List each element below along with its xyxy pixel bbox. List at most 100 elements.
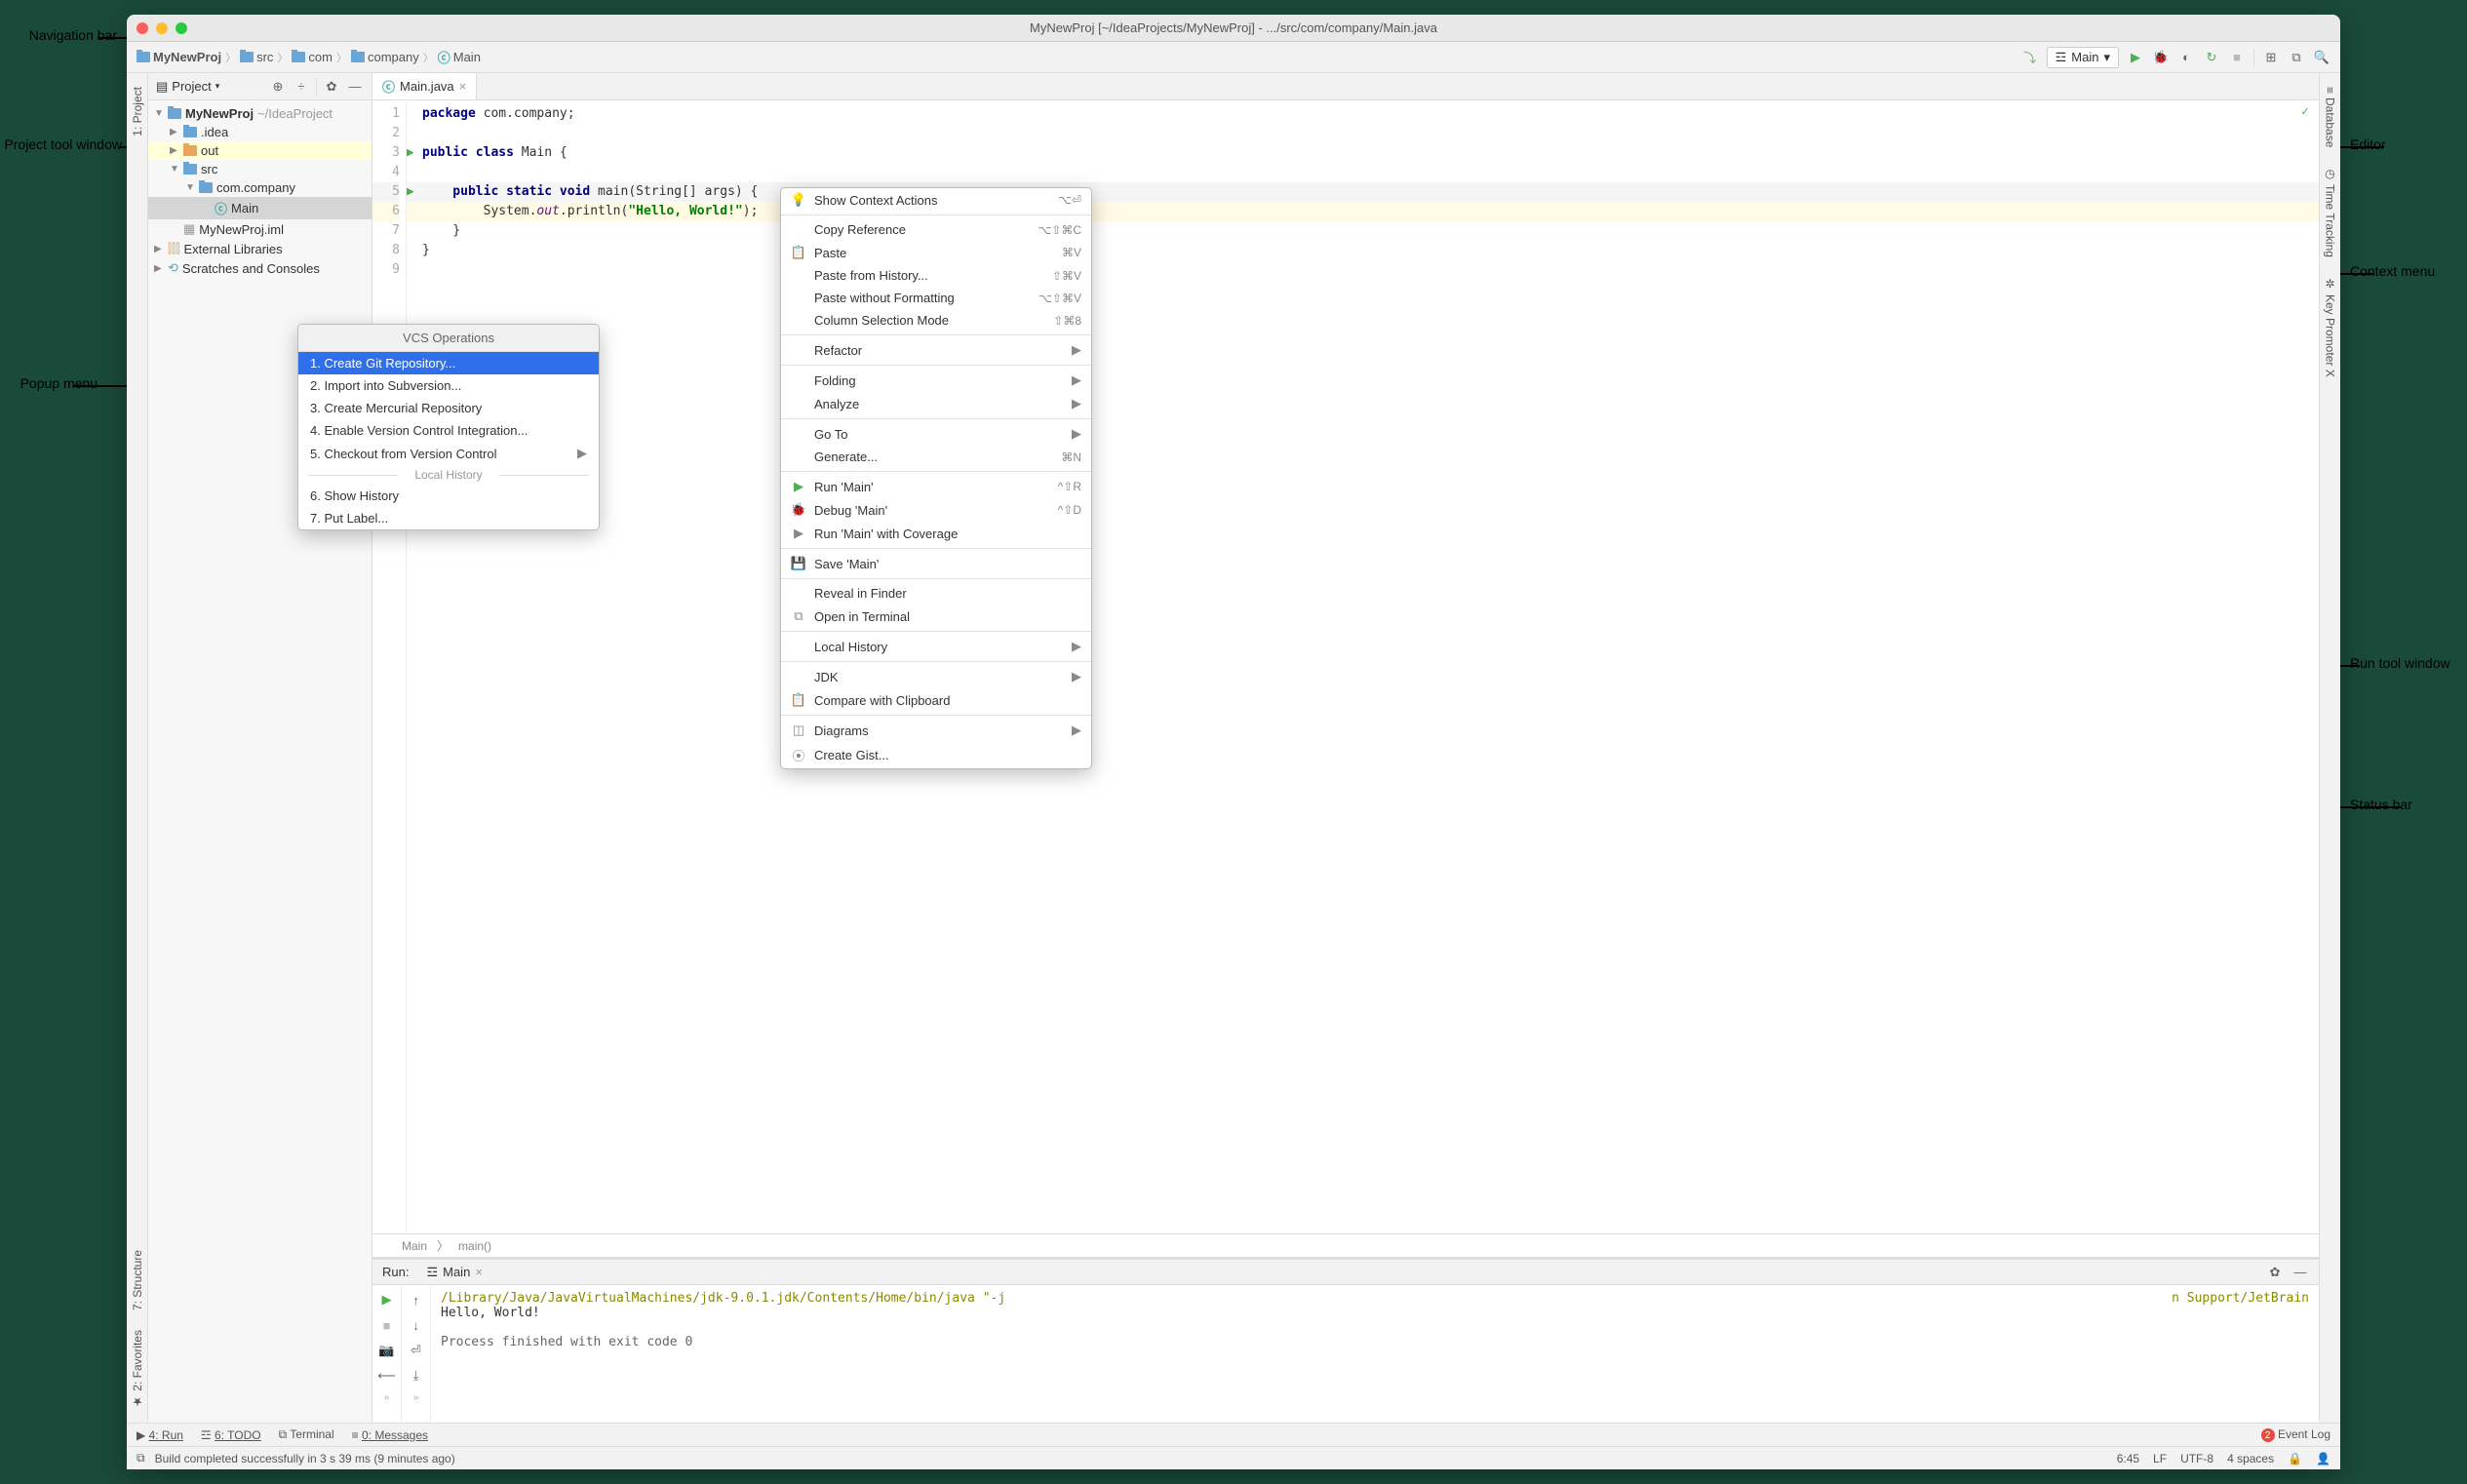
tab-run[interactable]: ▶ 4: Run [137,1428,183,1442]
gutter-tab-time[interactable]: ◷Time Tracking [2322,157,2339,267]
ctx-icon: ⦿ [791,746,806,764]
ctx-item[interactable]: Analyze▶ [781,392,1091,415]
target-icon[interactable]: ⊕ [269,78,287,96]
hide-icon[interactable]: — [346,78,364,96]
vcs-item-create-git[interactable]: 1. Create Git Repository... [298,352,599,374]
encoding[interactable]: UTF-8 [2180,1452,2213,1465]
cursor-position[interactable]: 6:45 [2117,1452,2139,1465]
ctx-item[interactable]: Folding▶ [781,369,1091,392]
ctx-item[interactable]: 💡Show Context Actions⌥⏎ [781,188,1091,212]
ctx-item[interactable]: Paste from History...⇧⌘V [781,264,1091,287]
project-tool-window: ▤ Project ▾ ⊕ ÷ ✿ — ▼ MyNewProj ~/IdeaPr… [148,73,372,1423]
minimize-window-button[interactable] [156,22,168,34]
vcs-item-label[interactable]: 7. Put Label... [298,507,599,529]
code-area[interactable]: package com.company; public class Main {… [422,100,2319,1233]
ctx-item[interactable]: Generate...⌘N [781,446,1091,468]
vcs-item-svn[interactable]: 2. Import into Subversion... [298,374,599,397]
coverage-icon[interactable]: ◐ [2177,49,2195,66]
ctx-label: Show Context Actions [814,193,937,208]
run-panel-title: Run: [382,1265,409,1279]
run-console[interactable]: /Library/Java/JavaVirtualMachines/jdk-9.… [431,1285,2319,1423]
ctx-item[interactable]: Refactor▶ [781,338,1091,362]
collapse-icon[interactable]: ÷ [293,78,310,96]
tab-todo[interactable]: ☲ 6: TODO [201,1428,261,1442]
indent[interactable]: 4 spaces [2227,1452,2274,1465]
ctx-item[interactable]: ⦿Create Gist... [781,742,1091,768]
ctx-label: Debug 'Main' [814,503,887,518]
gear-icon[interactable]: ✿ [323,78,340,96]
ctx-item[interactable]: Column Selection Mode⇧⌘8 [781,309,1091,332]
event-log[interactable]: 2 Event Log [2261,1427,2330,1443]
status-bar: ⧉ Build completed successfully in 3 s 39… [127,1446,2340,1469]
rerun-icon[interactable]: ▶ [378,1291,396,1308]
notifications-icon[interactable]: ⧉ [137,1451,145,1465]
titlebar: MyNewProj [~/IdeaProjects/MyNewProj] - .… [127,15,2340,42]
left-tool-gutter: 1: Project 7: Structure ★2: Favorites [127,73,148,1423]
vcs-icon[interactable]: ⊞ [2262,49,2280,66]
tab-messages[interactable]: ≡ 0: Messages [352,1428,428,1442]
editor-tab[interactable]: ⓒMain.java× [372,73,477,99]
search-icon[interactable]: 🔍 [2313,49,2330,66]
gutter-tab-favorites[interactable]: ★2: Favorites [129,1320,146,1419]
callout-editor: Editor [2350,137,2467,152]
line-ending[interactable]: LF [2153,1452,2167,1465]
ctx-item[interactable]: ◫Diagrams▶ [781,719,1091,742]
ctx-item[interactable]: Local History▶ [781,635,1091,658]
vcs-item-hg[interactable]: 3. Create Mercurial Repository [298,397,599,419]
ctx-item[interactable]: 🐞Debug 'Main'^⇧D [781,498,1091,522]
folder-icon [183,145,197,156]
editor[interactable]: ⓒMain.java× 123456789 ▶▶ package com.com… [372,73,2319,1423]
gear-icon[interactable]: ✿ [2266,1264,2284,1281]
gutter-tab-structure[interactable]: 7: Structure [129,1240,146,1320]
run-icon[interactable]: ▶ [2127,49,2144,66]
gutter-tab-keypromoter[interactable]: ✲Key Promoter X [2322,267,2339,387]
stop-icon[interactable]: ■ [2228,49,2246,66]
gutter-tab-project[interactable]: 1: Project [129,77,146,146]
vcs-item-enable[interactable]: 4. Enable Version Control Integration... [298,419,599,442]
debug-icon[interactable]: 🐞 [2152,49,2170,66]
ctx-item[interactable]: ▶Run 'Main'^⇧R [781,475,1091,498]
breadcrumb[interactable]: MyNewProj 〉 src 〉 com 〉 company 〉 ⓒ Main [137,48,481,66]
wrap-icon[interactable]: ⏎ [408,1342,425,1359]
ctx-item[interactable]: JDK▶ [781,665,1091,688]
project-tree[interactable]: ▼ MyNewProj ~/IdeaProject ▶ .idea ▶ out … [148,100,372,282]
ctx-item[interactable]: 📋Compare with Clipboard [781,688,1091,712]
navigation-bar: MyNewProj 〉 src 〉 com 〉 company 〉 ⓒ Main… [127,42,2340,73]
run-config-selector[interactable]: ☲Main▾ [2047,47,2119,68]
lock-icon[interactable]: 🔒 [2288,1452,2302,1465]
inspection-check-icon[interactable]: ✓ [2301,104,2309,119]
ctx-item[interactable]: Paste without Formatting⌥⇧⌘V [781,287,1091,309]
up-icon[interactable]: ↑ [408,1291,425,1308]
folder-icon [351,52,365,62]
build-icon[interactable]: ⤵ [2021,49,2039,66]
vcs-item-history[interactable]: 6. Show History [298,485,599,507]
close-window-button[interactable] [137,22,148,34]
ctx-label: Copy Reference [814,222,906,237]
ctx-item[interactable]: Go To▶ [781,422,1091,446]
callout-project-tool: Project tool window [0,137,122,152]
profiler-icon[interactable]: ↻ [2203,49,2220,66]
ctx-item[interactable]: ▶Run 'Main' with Coverage [781,522,1091,545]
ctx-item[interactable]: Copy Reference⌥⇧⌘C [781,218,1091,241]
exit-icon[interactable]: ⟵ [378,1367,396,1385]
ctx-item[interactable]: 📋Paste⌘V [781,241,1091,264]
gutter-tab-database[interactable]: ≡Database [2322,77,2339,157]
ctx-label: Run 'Main' with Coverage [814,527,958,541]
camera-icon[interactable]: 📷 [378,1342,396,1359]
ctx-item[interactable]: Reveal in Finder [781,582,1091,605]
vcs-item-checkout[interactable]: 5. Checkout from Version Control▶ [298,442,599,465]
ctx-label: Go To [814,427,847,442]
hat-icon[interactable]: 👤 [2316,1452,2330,1465]
ctx-item[interactable]: ⧉Open in Terminal [781,605,1091,628]
folder-icon [137,52,150,62]
down-icon[interactable]: ↓ [408,1316,425,1334]
run-tab[interactable]: ☲Main× [418,1265,489,1280]
stop-icon[interactable]: ■ [378,1316,396,1334]
scroll-icon[interactable]: ⤓ [408,1367,425,1385]
layout-icon[interactable]: ⧉ [2288,49,2305,66]
editor-breadcrumb[interactable]: Main〉main() [372,1233,2319,1257]
zoom-window-button[interactable] [176,22,187,34]
ctx-item[interactable]: 💾Save 'Main' [781,552,1091,575]
hide-icon[interactable]: — [2291,1264,2309,1281]
tab-terminal[interactable]: ⧉ Terminal [279,1427,334,1442]
